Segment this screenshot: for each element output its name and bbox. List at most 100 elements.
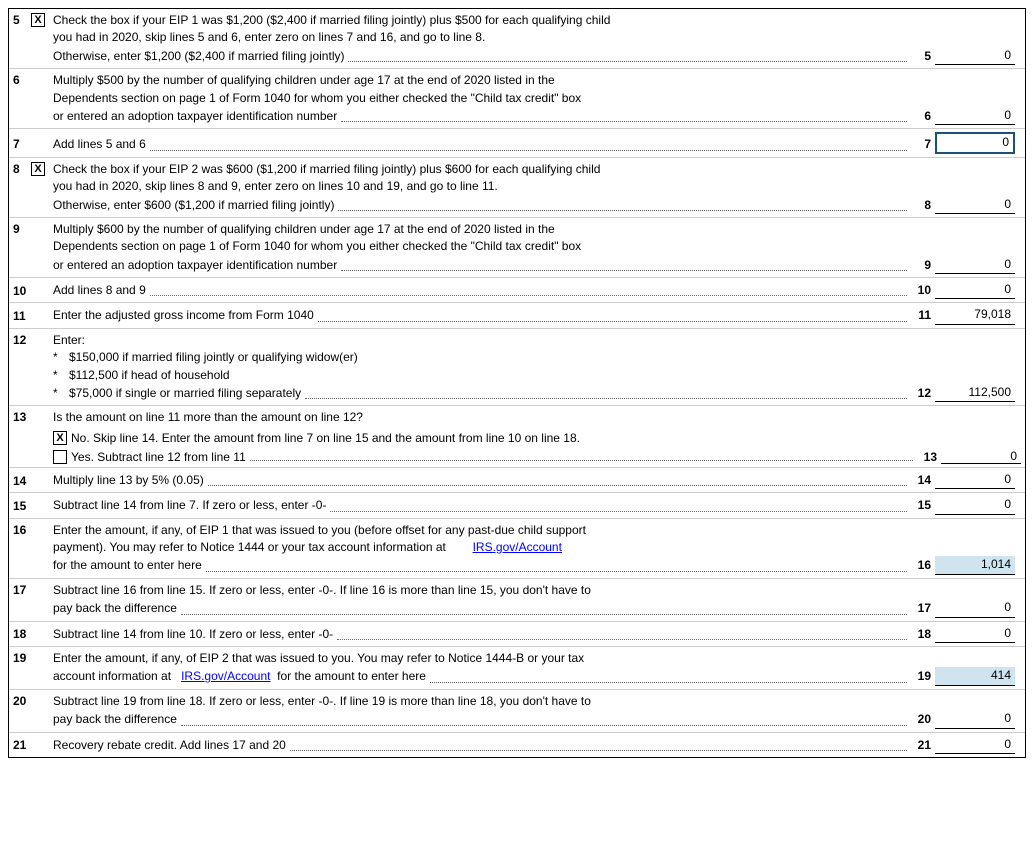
line-19-value[interactable]: 414 xyxy=(935,667,1015,685)
line-9-value[interactable]: 0 xyxy=(935,256,1015,274)
line-20-value[interactable]: 0 xyxy=(935,710,1015,728)
line-21-row: 21 Recovery rebate credit. Add lines 17 … xyxy=(9,733,1025,757)
line-8-value[interactable]: 0 xyxy=(935,196,1015,214)
line-6-text2: Dependents section on page 1 of Form 104… xyxy=(53,90,1015,107)
line-10-row: 10 Add lines 8 and 9 10 0 xyxy=(9,278,1025,303)
line-13-num: 13 xyxy=(13,409,31,424)
bullet-star-3: * xyxy=(53,385,69,402)
line-6-row: 6 Multiply $500 by the number of qualify… xyxy=(9,69,1025,129)
line-20-text1: Subtract line 19 from line 18. If zero o… xyxy=(53,693,1015,710)
line-11-num: 11 xyxy=(13,308,31,323)
line-13-yes-checkbox[interactable] xyxy=(53,450,67,464)
line-9-text1: Multiply $600 by the number of qualifyin… xyxy=(53,221,1015,238)
line-13-value[interactable]: 0 xyxy=(941,449,1021,464)
line-12-bullet1: $150,000 if married filing jointly or qu… xyxy=(69,349,358,366)
line-9-text3: or entered an adoption taxpayer identifi… xyxy=(53,257,337,274)
line-16-text1: Enter the amount, if any, of EIP 1 that … xyxy=(53,522,1015,539)
line-12-value[interactable]: 112,500 xyxy=(935,384,1015,402)
line-11-value[interactable]: 79,018 xyxy=(935,306,1015,324)
line-10-num: 10 xyxy=(13,283,31,298)
line-14-row: 14 Multiply line 13 by 5% (0.05) 14 0 xyxy=(9,468,1025,493)
line-10-label: 10 xyxy=(911,281,935,299)
line-12-label-num: 12 xyxy=(911,384,935,402)
line-5-label: 5 xyxy=(911,47,935,65)
line-7-row: 7 Add lines 5 and 6 7 0 xyxy=(9,129,1025,157)
line-20-row: 20 Subtract line 19 from line 18. If zer… xyxy=(9,690,1025,733)
line-18-label: 18 xyxy=(911,625,935,643)
line-8-text1: Check the box if your EIP 2 was $600 ($1… xyxy=(53,161,1015,178)
line-11-label: 11 xyxy=(911,306,935,324)
line-19-text3: for the amount to enter here xyxy=(277,668,426,685)
line-19-label: 19 xyxy=(911,667,935,685)
line-16-text2: payment). You may refer to Notice 1444 o… xyxy=(53,540,446,554)
line-18-value[interactable]: 0 xyxy=(935,625,1015,643)
line-5-text2: you had in 2020, skip lines 5 and 6, ent… xyxy=(53,29,1015,46)
line-5-row: 5 X Check the box if your EIP 1 was $1,2… xyxy=(9,9,1025,69)
line-10-value[interactable]: 0 xyxy=(935,281,1015,299)
line-21-text1: Recovery rebate credit. Add lines 17 and… xyxy=(53,737,286,754)
line-21-value[interactable]: 0 xyxy=(935,736,1015,754)
line-13-yes-text: Yes. Subtract line 12 from line 11 xyxy=(71,450,246,464)
line-18-row: 18 Subtract line 14 from line 10. If zer… xyxy=(9,622,1025,647)
line-15-value[interactable]: 0 xyxy=(935,496,1015,514)
line-14-value[interactable]: 0 xyxy=(935,471,1015,489)
line-5-num: 5 xyxy=(13,12,31,27)
line-8-row: 8 X Check the box if your EIP 2 was $600… xyxy=(9,158,1025,218)
line-10-text1: Add lines 8 and 9 xyxy=(53,282,146,299)
line-20-label: 20 xyxy=(911,710,935,728)
line-19-row: 19 Enter the amount, if any, of EIP 2 th… xyxy=(9,647,1025,690)
line-16-label: 16 xyxy=(911,556,935,574)
line-12-bullet2: $112,500 if head of household xyxy=(69,367,230,384)
line-17-value[interactable]: 0 xyxy=(935,599,1015,617)
line-17-row: 17 Subtract line 16 from line 15. If zer… xyxy=(9,579,1025,622)
line-18-text1: Subtract line 14 from line 10. If zero o… xyxy=(53,626,333,643)
line-17-text2: pay back the difference xyxy=(53,600,177,617)
line-6-label: 6 xyxy=(911,107,935,125)
line-16-link[interactable]: IRS.gov/Account xyxy=(473,540,562,554)
line-19-text2: account information at xyxy=(53,668,171,685)
line-15-row: 15 Subtract line 14 from line 7. If zero… xyxy=(9,493,1025,518)
line-12-num: 12 xyxy=(13,332,31,347)
line-8-label: 8 xyxy=(911,196,935,214)
bullet-star-1: * xyxy=(53,349,69,366)
line-13-label: 13 xyxy=(917,449,941,464)
line-8-checkbox[interactable]: X xyxy=(31,162,45,176)
line-16-num: 16 xyxy=(13,522,31,537)
line-14-label: 14 xyxy=(911,471,935,489)
line-13-question: Is the amount on line 11 more than the a… xyxy=(53,409,1015,426)
line-13-no-checkbox[interactable]: X xyxy=(53,431,67,445)
line-6-num: 6 xyxy=(13,72,31,87)
line-19-num: 19 xyxy=(13,650,31,665)
line-6-value[interactable]: 0 xyxy=(935,107,1015,125)
line-16-value[interactable]: 1,014 xyxy=(935,556,1015,574)
line-13-no-text: No. Skip line 14. Enter the amount from … xyxy=(71,431,1021,445)
line-15-num: 15 xyxy=(13,498,31,513)
line-14-text1: Multiply line 13 by 5% (0.05) xyxy=(53,472,204,489)
line-18-num: 18 xyxy=(13,626,31,641)
line-11-text1: Enter the adjusted gross income from For… xyxy=(53,307,314,324)
line-11-row: 11 Enter the adjusted gross income from … xyxy=(9,303,1025,328)
line-7-num: 7 xyxy=(13,136,31,151)
line-19-text1: Enter the amount, if any, of EIP 2 that … xyxy=(53,650,1015,667)
line-5-value[interactable]: 0 xyxy=(935,47,1015,65)
line-14-num: 14 xyxy=(13,473,31,488)
bullet-star-2: * xyxy=(53,367,69,384)
line-7-value[interactable]: 0 xyxy=(935,132,1015,153)
line-5-checkbox[interactable]: X xyxy=(31,13,45,27)
line-9-label: 9 xyxy=(911,256,935,274)
line-12-bullet3: $75,000 if single or married filing sepa… xyxy=(69,385,301,402)
line-9-text2: Dependents section on page 1 of Form 104… xyxy=(53,238,1015,255)
line-21-num: 21 xyxy=(13,737,31,752)
line-15-text1: Subtract line 14 from line 7. If zero or… xyxy=(53,497,326,514)
line-8-text3: Otherwise, enter $600 ($1,200 if married… xyxy=(53,197,334,214)
line-9-row: 9 Multiply $600 by the number of qualify… xyxy=(9,218,1025,278)
line-19-link[interactable]: IRS.gov/Account xyxy=(181,668,270,685)
line-9-num: 9 xyxy=(13,221,31,236)
line-8-num: 8 xyxy=(13,161,31,176)
line-5-text3: Otherwise, enter $1,200 ($2,400 if marri… xyxy=(53,48,344,65)
line-13-row: 13 Is the amount on line 11 more than th… xyxy=(9,406,1025,467)
line-6-text1: Multiply $500 by the number of qualifyin… xyxy=(53,72,1015,89)
line-17-text1: Subtract line 16 from line 15. If zero o… xyxy=(53,582,1015,599)
line-16-text3: for the amount to enter here xyxy=(53,557,202,574)
line-17-num: 17 xyxy=(13,582,31,597)
